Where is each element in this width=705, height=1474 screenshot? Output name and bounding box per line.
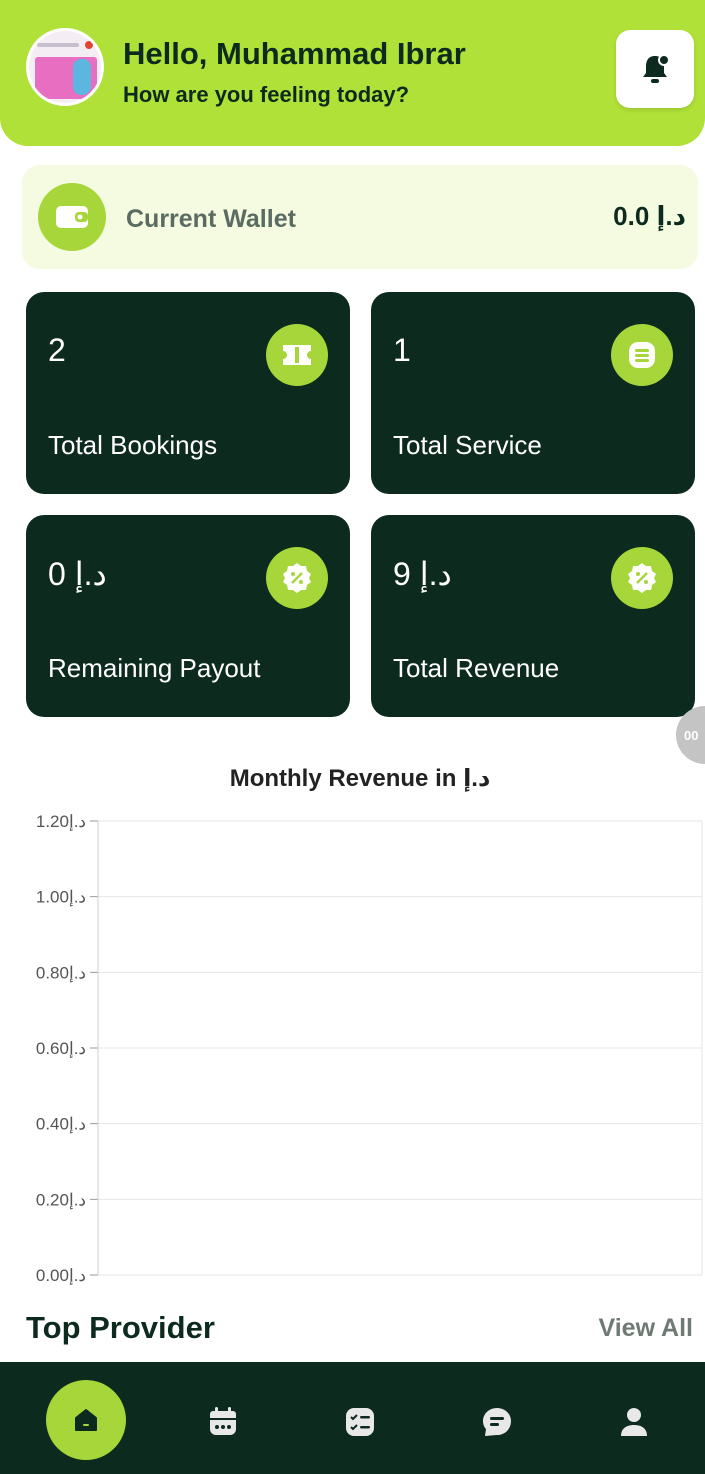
- stat-card-remaining-payout[interactable]: د.إ 0 Remaining Payout: [26, 515, 350, 717]
- ticket-icon: [283, 345, 311, 365]
- bell-icon: [643, 54, 670, 83]
- stat-value: 2: [48, 332, 66, 368]
- y-tick-label: 0.60د.إ: [36, 1039, 86, 1058]
- view-all-link[interactable]: View All: [599, 1314, 693, 1343]
- nav-tasks-button[interactable]: [320, 1382, 400, 1462]
- home-icon: [75, 1409, 97, 1431]
- chart-title: Monthly Revenue in د.إ: [229, 765, 491, 792]
- discount-badge-icon: [283, 563, 311, 593]
- stat-card-total-bookings[interactable]: 2 Total Bookings: [26, 292, 350, 494]
- y-tick-label: 0.00د.إ: [36, 1266, 86, 1285]
- stat-icon-container: [611, 547, 673, 609]
- stat-label: Remaining Payout: [48, 653, 261, 683]
- avatar-image: [29, 31, 101, 103]
- stat-icon-container: [266, 547, 328, 609]
- stat-value: د.إ 0: [48, 556, 107, 592]
- nav-chat-button[interactable]: [457, 1382, 537, 1462]
- profile-icon: [621, 1408, 647, 1436]
- header: Hello, Muhammad Ibrar How are you feelin…: [0, 0, 705, 146]
- stat-label: Total Bookings: [48, 430, 218, 460]
- top-provider-title: Top Provider: [26, 1310, 215, 1345]
- bottom-navigation: [0, 1362, 705, 1474]
- wallet-amount: د.إ 0.0: [613, 201, 686, 231]
- stat-card-total-revenue[interactable]: د.إ 9 Total Revenue: [371, 515, 695, 717]
- stat-card-total-service[interactable]: 1 Total Service: [371, 292, 695, 494]
- stat-icon-container: [266, 324, 328, 386]
- greeting-subtitle: How are you feeling today?: [123, 82, 410, 107]
- monthly-revenue-chart: 1.20د.إ 1.00د.إ 0.80د.إ 0.60د.إ 0.40د.إ 0.20د…: [36, 812, 703, 1285]
- list-icon: [629, 342, 655, 368]
- floating-badge-text: 00: [684, 727, 699, 743]
- y-tick-label: 1.20د.إ: [36, 812, 86, 831]
- calendar-icon: [210, 1407, 236, 1435]
- discount-badge-icon: [628, 563, 656, 593]
- chat-icon: [483, 1408, 511, 1436]
- y-tick-label: 1.00د.إ: [36, 888, 86, 907]
- y-tick-label: 0.20د.إ: [36, 1190, 86, 1209]
- stat-value: 1: [393, 332, 411, 368]
- avatar[interactable]: [26, 28, 104, 106]
- greeting-title: Hello, Muhammad Ibrar: [123, 36, 466, 71]
- wallet-icon-container: [38, 183, 106, 251]
- stat-label: Total Revenue: [393, 653, 560, 683]
- nav-profile-button[interactable]: [594, 1382, 674, 1462]
- wallet-label: Current Wallet: [126, 205, 296, 233]
- notification-button[interactable]: [616, 30, 694, 108]
- y-tick-label: 0.40د.إ: [36, 1115, 86, 1134]
- nav-calendar-button[interactable]: [183, 1382, 263, 1462]
- stat-icon-container: [611, 324, 673, 386]
- stat-value: د.إ 9: [393, 556, 452, 592]
- checklist-icon: [346, 1408, 374, 1436]
- wallet-card[interactable]: Current Wallet د.إ 0.0: [22, 165, 698, 269]
- wallet-icon: [56, 206, 88, 228]
- y-tick-label: 0.80د.إ: [36, 963, 86, 982]
- stat-label: Total Service: [393, 430, 542, 460]
- nav-home-button[interactable]: [46, 1380, 126, 1460]
